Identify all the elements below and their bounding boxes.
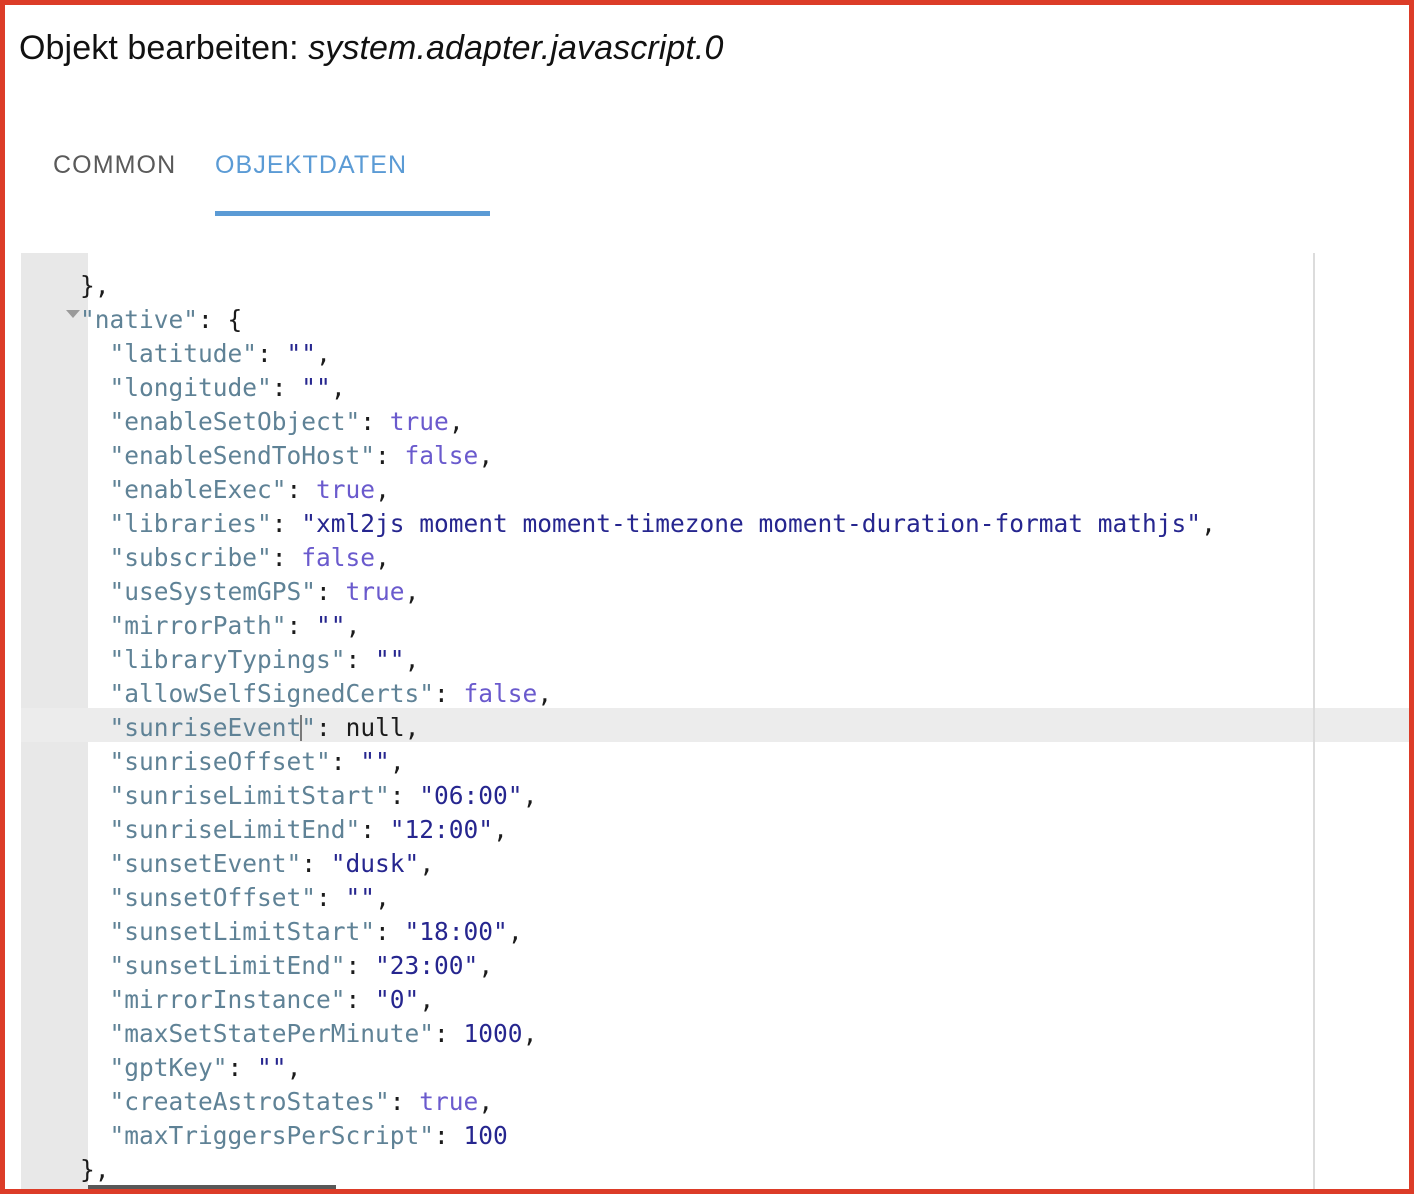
- code-line[interactable]: "mirrorInstance": "0",: [21, 983, 1409, 1017]
- code-line[interactable]: "libraries": "xml2js moment moment-timez…: [21, 507, 1409, 541]
- code-line[interactable]: "mirrorPath": "",: [21, 609, 1409, 643]
- dialog-title-prefix: Objekt bearbeiten:: [19, 29, 309, 67]
- code-line[interactable]: "native": {: [21, 303, 1409, 337]
- code-line[interactable]: "enableSendToHost": false,: [21, 439, 1409, 473]
- code-line[interactable]: "enableExec": true,: [21, 473, 1409, 507]
- code-line[interactable]: "sunriseLimitStart": "06:00",: [21, 779, 1409, 813]
- tab-bar: COMMON OBJEKTDATEN: [45, 138, 1365, 220]
- tab-objektdaten[interactable]: OBJEKTDATEN: [215, 138, 407, 198]
- code-line[interactable]: "allowSelfSignedCerts": false,: [21, 677, 1409, 711]
- code-line[interactable]: "sunsetLimitStart": "18:00",: [21, 915, 1409, 949]
- code-content[interactable]: , }, "native": { "latitude": "", "longit…: [21, 253, 1409, 1189]
- active-tab-indicator: [215, 211, 490, 216]
- code-line[interactable]: "sunriseLimitEnd": "12:00",: [21, 813, 1409, 847]
- horizontal-scrollbar-thumb[interactable]: [88, 1185, 336, 1189]
- dialog-object-id: system.adapter.javascript.0: [308, 29, 724, 67]
- code-line[interactable]: "sunsetLimitEnd": "23:00",: [21, 949, 1409, 983]
- code-line[interactable]: "sunsetEvent": "dusk",: [21, 847, 1409, 881]
- code-line[interactable]: "sunriseOffset": "",: [21, 745, 1409, 779]
- code-line[interactable]: "sunriseEvent": null,: [21, 711, 1409, 745]
- code-line[interactable]: "longitude": "",: [21, 371, 1409, 405]
- code-line[interactable]: "useSystemGPS": true,: [21, 575, 1409, 609]
- code-line[interactable]: "sunsetOffset": "",: [21, 881, 1409, 915]
- code-line[interactable]: "createAstroStates": true,: [21, 1085, 1409, 1119]
- code-line[interactable]: },: [21, 269, 1409, 303]
- code-line[interactable]: "maxTriggersPerScript": 100: [21, 1119, 1409, 1153]
- dialog-title: Objekt bearbeiten: system.adapter.javasc…: [19, 27, 724, 69]
- horizontal-scrollbar[interactable]: [88, 1181, 1409, 1189]
- code-line[interactable]: "latitude": "",: [21, 337, 1409, 371]
- code-line[interactable]: "maxSetStatePerMinute": 1000,: [21, 1017, 1409, 1051]
- json-code-editor[interactable]: , }, "native": { "latitude": "", "longit…: [21, 253, 1409, 1189]
- code-line[interactable]: "libraryTypings": "",: [21, 643, 1409, 677]
- code-line[interactable]: "gptKey": "",: [21, 1051, 1409, 1085]
- tab-common[interactable]: COMMON: [53, 138, 176, 198]
- code-line[interactable]: "subscribe": false,: [21, 541, 1409, 575]
- edit-object-dialog: Objekt bearbeiten: system.adapter.javasc…: [0, 0, 1414, 1194]
- code-line[interactable]: "enableSetObject": true,: [21, 405, 1409, 439]
